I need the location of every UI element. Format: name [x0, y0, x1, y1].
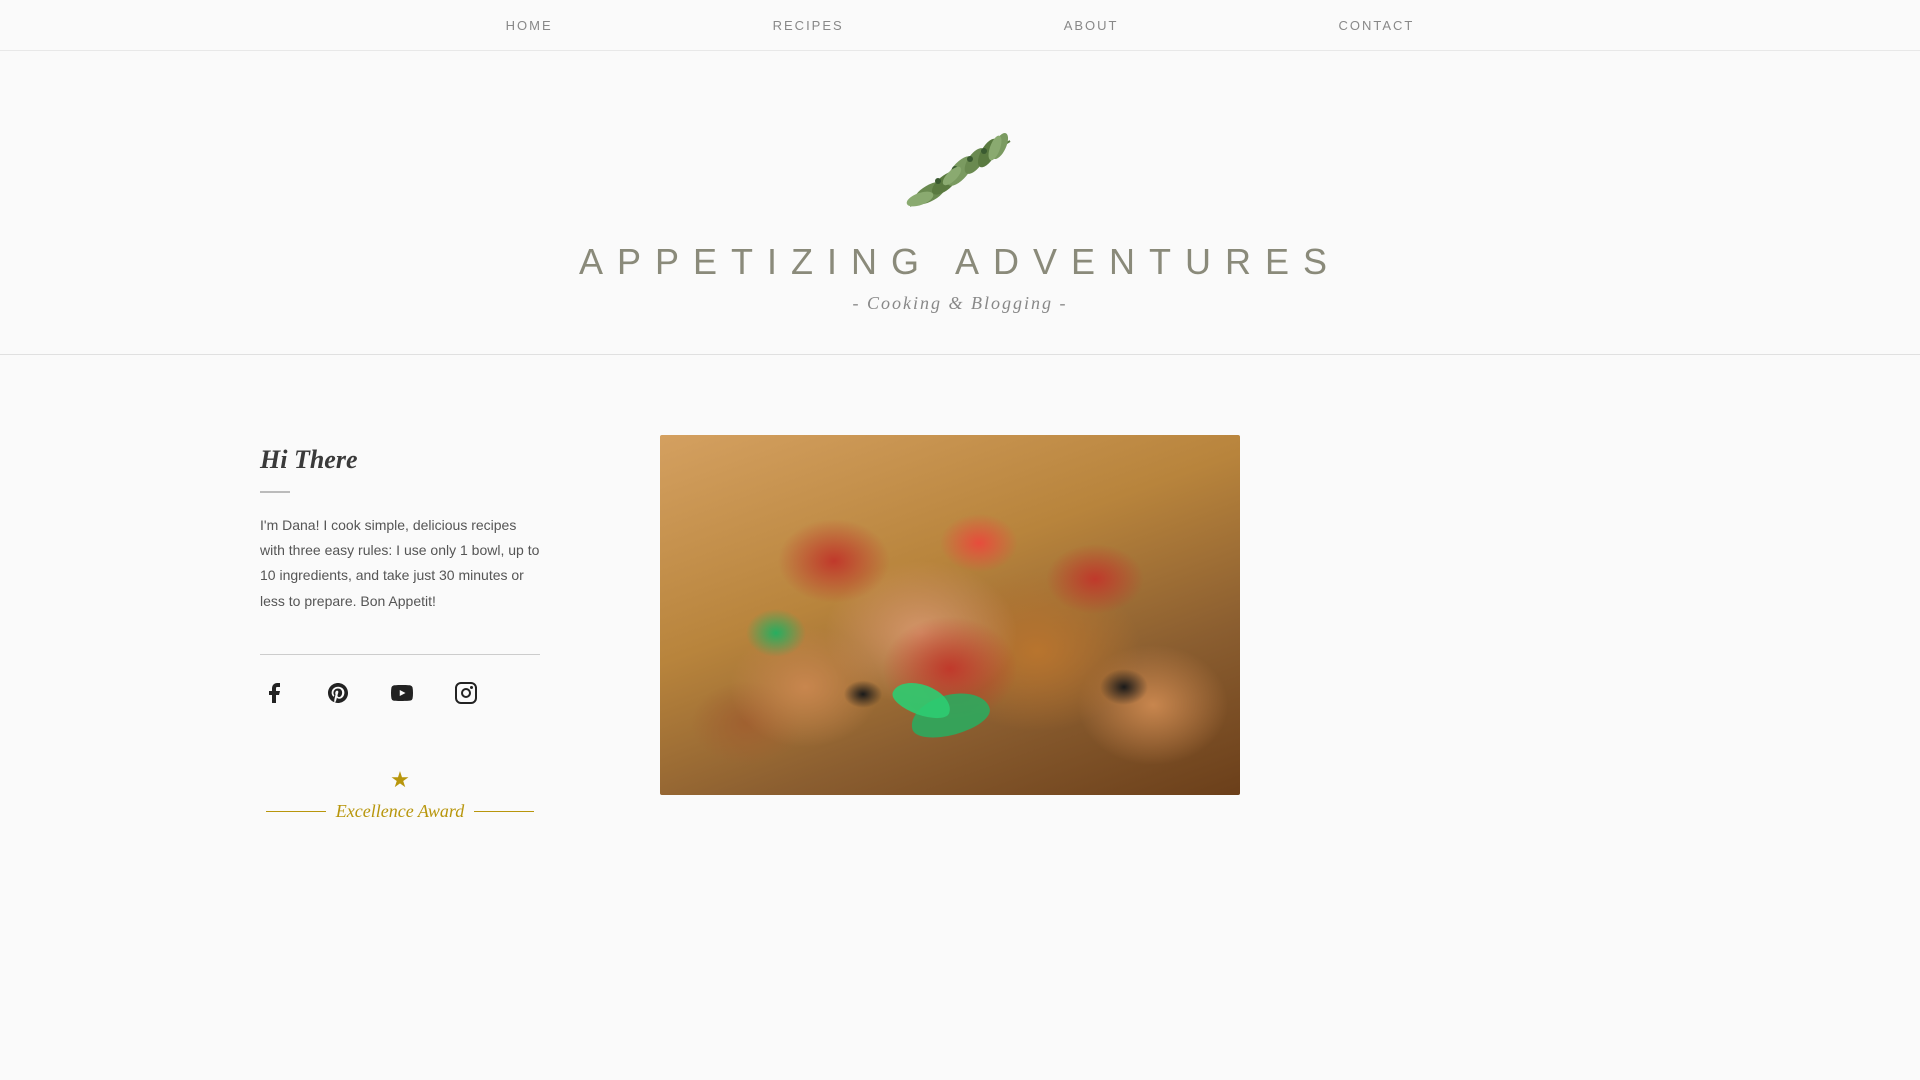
nav-contact[interactable]: CONTACT: [1339, 18, 1415, 33]
greeting-divider: [260, 491, 290, 493]
intro-paragraph: I'm Dana! I cook simple, delicious recip…: [260, 513, 540, 614]
hero-plant-icon: [880, 111, 1040, 221]
left-column: Hi There I'm Dana! I cook simple, delici…: [260, 435, 540, 822]
site-subtitle: - Cooking & Blogging -: [853, 293, 1068, 314]
award-line-right: [474, 811, 534, 812]
award-label: Excellence Award: [336, 801, 464, 822]
hero-section: APPETIZING ADVENTURES - Cooking & Bloggi…: [0, 51, 1920, 354]
greeting-heading: Hi There: [260, 445, 540, 475]
site-title: APPETIZING ADVENTURES: [579, 241, 1341, 283]
nav-about[interactable]: ABOUT: [1064, 18, 1119, 33]
food-image-column: [660, 435, 1240, 822]
instagram-icon[interactable]: [452, 679, 480, 707]
pinterest-icon[interactable]: [324, 679, 352, 707]
social-icons-row: [260, 679, 540, 707]
nav-recipes[interactable]: RECIPES: [773, 18, 844, 33]
food-image-container: [660, 435, 1240, 795]
main-nav: HOME RECIPES ABOUT CONTACT: [0, 0, 1920, 51]
youtube-icon[interactable]: [388, 679, 416, 707]
award-star-icon: ★: [390, 767, 410, 793]
facebook-icon[interactable]: [260, 679, 288, 707]
main-content: Hi There I'm Dana! I cook simple, delici…: [0, 355, 1920, 882]
social-divider: [260, 654, 540, 655]
award-section: ★ Excellence Award: [260, 767, 540, 822]
nav-home[interactable]: HOME: [506, 18, 553, 33]
award-line-left: [266, 811, 326, 812]
award-line: Excellence Award: [266, 801, 534, 822]
bruschetta-image: [660, 435, 1240, 795]
